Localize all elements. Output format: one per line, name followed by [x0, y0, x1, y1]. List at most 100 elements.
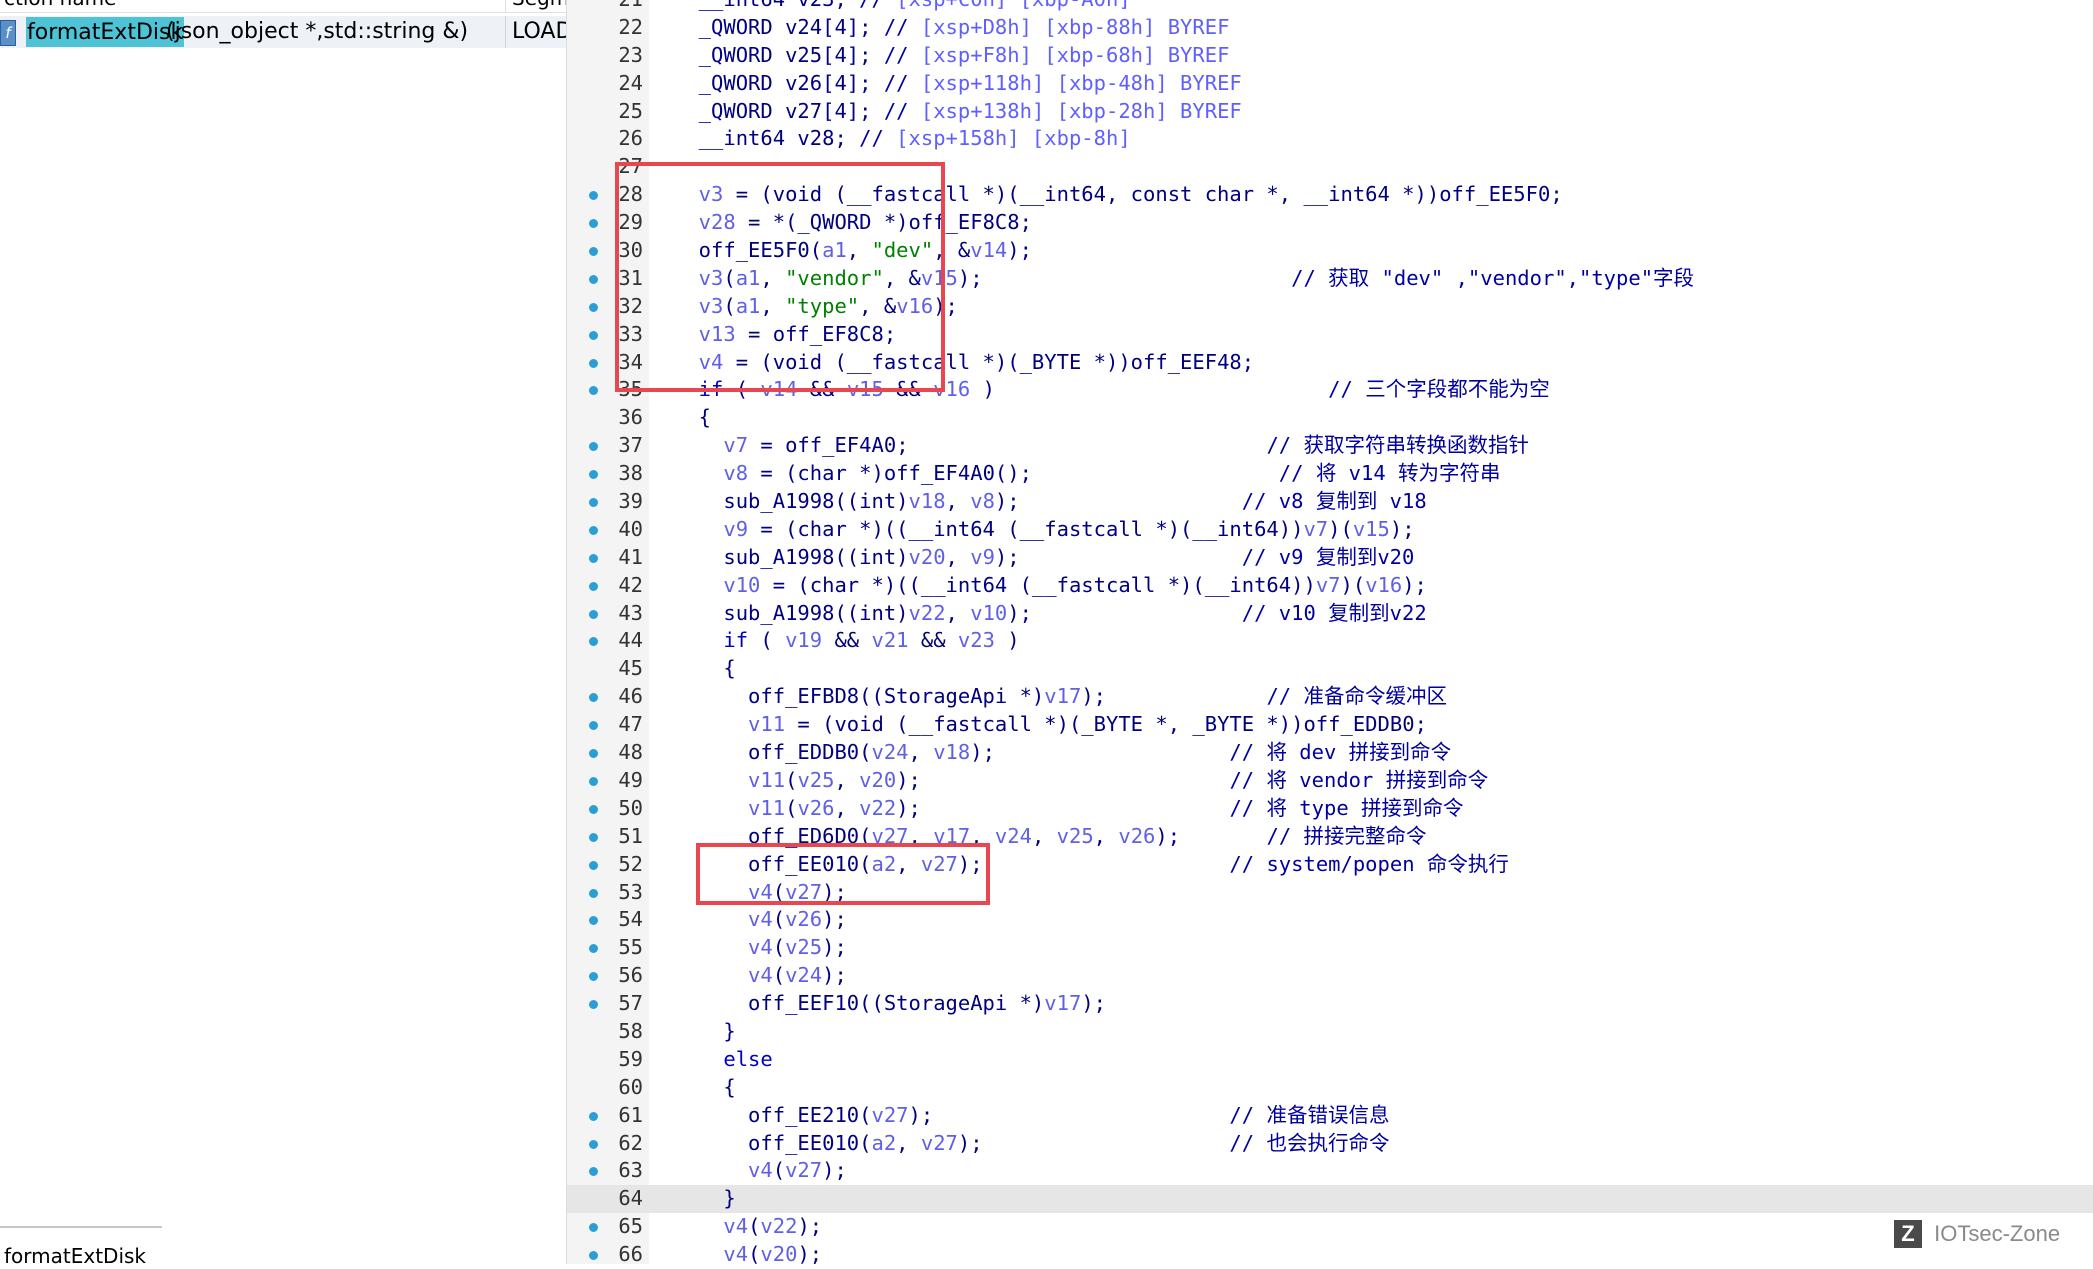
breakpoint-dot-icon[interactable] [589, 1251, 598, 1261]
code-line[interactable]: 36 { [567, 404, 2093, 432]
code-line[interactable]: 24 _QWORD v26[4]; // [xsp+118h] [xbp-48h… [567, 70, 2093, 98]
breakpoint-dot-icon[interactable] [589, 749, 598, 759]
code-text[interactable]: __int64 v28; // [xsp+158h] [xbp-8h] [674, 125, 1131, 153]
code-line[interactable]: 41 sub_A1998((int)v20, v9); // v9 复制到v20 [567, 544, 2093, 572]
breakpoint-dot-icon[interactable] [589, 944, 598, 954]
breakpoint-dot-icon[interactable] [589, 386, 598, 396]
breakpoint-dot-icon[interactable] [589, 1111, 598, 1121]
code-text[interactable]: _QWORD v27[4]; // [xsp+138h] [xbp-28h] B… [674, 98, 1242, 126]
breakpoint-dot-icon[interactable] [589, 776, 598, 786]
breakpoint-dot-icon[interactable] [589, 330, 598, 340]
code-line[interactable]: 56 v4(v24); [567, 962, 2093, 990]
code-text[interactable]: v4(v20); [674, 1241, 822, 1269]
code-text[interactable]: _QWORD v24[4]; // [xsp+D8h] [xbp-88h] BY… [674, 14, 1230, 42]
breakpoint-dot-icon[interactable] [589, 498, 598, 508]
code-line[interactable]: 39 sub_A1998((int)v18, v8); // v8 复制到 v1… [567, 488, 2093, 516]
breakpoint-dot-icon[interactable] [589, 693, 598, 703]
breakpoint-dot-icon[interactable] [589, 1167, 598, 1177]
breakpoint-dot-icon[interactable] [589, 358, 598, 368]
breakpoint-dot-icon[interactable] [589, 553, 598, 563]
code-text[interactable]: v8 = (char *)off_EF4A0(); // 将 v14 转为字符串 [674, 460, 1500, 488]
column-header-segment[interactable]: Segm [512, 0, 566, 10]
code-line[interactable]: 62 off_EE010(a2, v27); // 也会执行命令 [567, 1130, 2093, 1158]
breakpoint-dot-icon[interactable] [589, 247, 598, 257]
code-text[interactable]: off_EDDB0(v24, v18); // 将 dev 拼接到命令 [674, 739, 1451, 767]
code-text[interactable]: v10 = (char *)((__int64 (__fastcall *)(_… [674, 572, 1427, 600]
code-text[interactable]: off_EEF10((StorageApi *)v17); [674, 990, 1106, 1018]
breakpoint-dot-icon[interactable] [589, 721, 598, 731]
code-text[interactable]: v4(v27); [674, 1157, 847, 1185]
code-text[interactable]: sub_A1998((int)v18, v8); // v8 复制到 v18 [674, 488, 1426, 516]
code-text[interactable]: v11(v26, v22); // 将 type 拼接到命令 [674, 795, 1463, 823]
code-line[interactable]: 38 v8 = (char *)off_EF4A0(); // 将 v14 转为… [567, 460, 2093, 488]
code-text[interactable]: _QWORD v25[4]; // [xsp+F8h] [xbp-68h] BY… [674, 42, 1230, 70]
code-text[interactable]: { [674, 655, 735, 683]
code-line[interactable]: 63 v4(v27); [567, 1157, 2093, 1185]
breakpoint-dot-icon[interactable] [589, 191, 598, 201]
code-line[interactable]: 26 __int64 v28; // [xsp+158h] [xbp-8h] [567, 125, 2093, 153]
code-line[interactable]: 66 v4(v20); [567, 1241, 2093, 1269]
breakpoint-dot-icon[interactable] [589, 302, 598, 312]
code-text[interactable]: else [674, 1046, 772, 1074]
code-line[interactable]: 46 off_EFBD8((StorageApi *)v17); // 准备命令… [567, 683, 2093, 711]
code-text[interactable]: v9 = (char *)((__int64 (__fastcall *)(__… [674, 516, 1414, 544]
code-text[interactable]: off_EE210(v27); // 准备错误信息 [674, 1102, 1389, 1130]
column-header-function-name[interactable]: ction name [4, 0, 116, 10]
code-text[interactable]: v7 = off_EF4A0; // 获取字符串转换函数指针 [674, 432, 1529, 460]
code-line[interactable]: 65 v4(v22); [567, 1213, 2093, 1241]
code-line[interactable]: 23 _QWORD v25[4]; // [xsp+F8h] [xbp-68h]… [567, 42, 2093, 70]
code-line[interactable]: 60 { [567, 1074, 2093, 1102]
code-line[interactable]: 58 } [567, 1018, 2093, 1046]
code-line[interactable]: 47 v11 = (void (__fastcall *)(_BYTE *, _… [567, 711, 2093, 739]
code-text[interactable]: } [674, 1018, 735, 1046]
breakpoint-dot-icon[interactable] [589, 972, 598, 982]
code-line[interactable]: 55 v4(v25); [567, 934, 2093, 962]
breakpoint-dot-icon[interactable] [589, 804, 598, 814]
code-line[interactable]: 61 off_EE210(v27); // 准备错误信息 [567, 1102, 2093, 1130]
breakpoint-dot-icon[interactable] [589, 219, 598, 229]
code-line[interactable]: 44 if ( v19 && v21 && v23 ) [567, 627, 2093, 655]
function-row-selected[interactable]: f formatExtDisk (json_object *,std::stri… [0, 16, 566, 48]
code-line[interactable]: 40 v9 = (char *)((__int64 (__fastcall *)… [567, 516, 2093, 544]
breakpoint-dot-icon[interactable] [589, 1000, 598, 1010]
code-text[interactable]: off_EFBD8((StorageApi *)v17); // 准备命令缓冲区 [674, 683, 1447, 711]
code-text[interactable]: sub_A1998((int)v20, v9); // v9 复制到v20 [674, 544, 1414, 572]
breakpoint-dot-icon[interactable] [589, 888, 598, 898]
code-line[interactable]: 43 sub_A1998((int)v22, v10); // v10 复制到v… [567, 600, 2093, 628]
breakpoint-dot-icon[interactable] [589, 1223, 598, 1233]
code-text[interactable]: } [674, 1185, 735, 1213]
breakpoint-dot-icon[interactable] [589, 1139, 598, 1149]
breakpoint-dot-icon[interactable] [589, 525, 598, 535]
column-separator[interactable] [505, 0, 506, 12]
code-text[interactable]: { [674, 404, 711, 432]
code-text[interactable]: if ( v19 && v21 && v23 ) [674, 627, 1019, 655]
breakpoint-dot-icon[interactable] [589, 470, 598, 480]
code-text[interactable]: v4(v22); [674, 1213, 822, 1241]
code-line[interactable]: 22 _QWORD v24[4]; // [xsp+D8h] [xbp-88h]… [567, 14, 2093, 42]
breakpoint-dot-icon[interactable] [589, 609, 598, 619]
code-line[interactable]: 45 { [567, 655, 2093, 683]
breakpoint-dot-icon[interactable] [589, 637, 598, 647]
code-text[interactable]: sub_A1998((int)v22, v10); // v10 复制到v22 [674, 600, 1426, 628]
breakpoint-dot-icon[interactable] [589, 274, 598, 284]
code-line[interactable]: 25 _QWORD v27[4]; // [xsp+138h] [xbp-28h… [567, 98, 2093, 126]
code-text[interactable]: _QWORD v26[4]; // [xsp+118h] [xbp-48h] B… [674, 70, 1242, 98]
code-line[interactable]: 21 __int64 v23; // [xsp+C0h] [xbp-A0h] [567, 0, 2093, 14]
code-line[interactable]: 48 off_EDDB0(v24, v18); // 将 dev 拼接到命令 [567, 739, 2093, 767]
code-line[interactable]: 57 off_EEF10((StorageApi *)v17); [567, 990, 2093, 1018]
code-line[interactable]: 37 v7 = off_EF4A0; // 获取字符串转换函数指针 [567, 432, 2093, 460]
code-text[interactable]: v4(v26); [674, 906, 847, 934]
code-text[interactable]: v11(v25, v20); // 将 vendor 拼接到命令 [674, 767, 1488, 795]
code-line[interactable]: 50 v11(v26, v22); // 将 type 拼接到命令 [567, 795, 2093, 823]
code-line[interactable]: 54 v4(v26); [567, 906, 2093, 934]
pseudocode-view[interactable]: 21 __int64 v23; // [xsp+C0h] [xbp-A0h]22… [567, 0, 2093, 1266]
breakpoint-dot-icon[interactable] [589, 916, 598, 926]
breakpoint-dot-icon[interactable] [589, 832, 598, 842]
code-text[interactable]: v4(v24); [674, 962, 847, 990]
code-text[interactable]: off_EE010(a2, v27); // 也会执行命令 [674, 1130, 1389, 1158]
code-text[interactable]: v4(v25); [674, 934, 847, 962]
breakpoint-dot-icon[interactable] [589, 860, 598, 870]
code-line[interactable]: 59 else [567, 1046, 2093, 1074]
code-line[interactable]: 49 v11(v25, v20); // 将 vendor 拼接到命令 [567, 767, 2093, 795]
breakpoint-dot-icon[interactable] [589, 442, 598, 452]
